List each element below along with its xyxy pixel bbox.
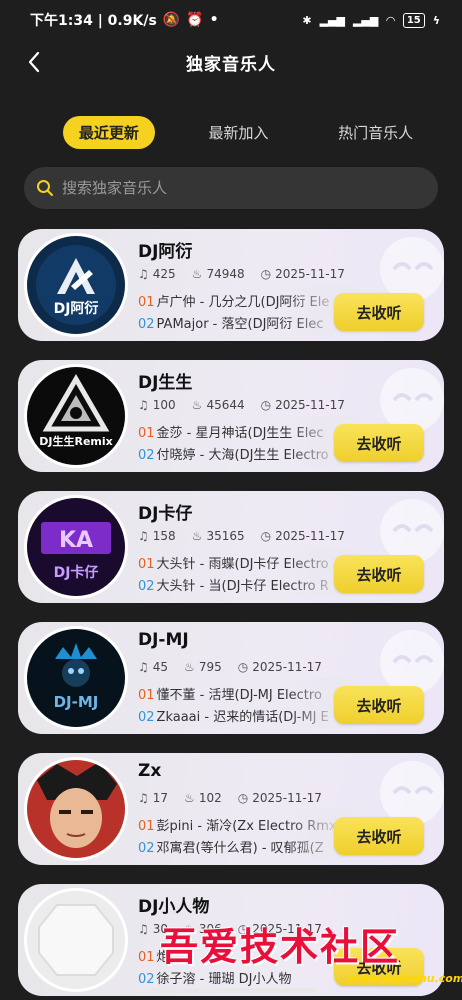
music-note-icon: ♫ [138,267,149,281]
artist-stats: ♫ 158 ♨ 35165 ◷ 2025-11-17 [138,529,345,543]
music-note-icon: ♫ [138,660,149,674]
songs-count: 17 [152,791,169,805]
tab-recent-update[interactable]: 最近更新 [62,115,155,149]
charging-icon: ϟ [432,13,440,27]
fire-icon: ♨ [191,398,203,412]
artist-card[interactable]: DJ生生Remix DJ生生 ♫ 100 ♨ 45644 ◷ 2025-11-1… [18,360,444,472]
songs-count: 425 [152,267,176,281]
artist-name: Zx [138,761,162,781]
update-date: 2025-11-17 [252,660,322,674]
battery-indicator: 15 [402,12,425,28]
artist-card[interactable]: Zx ♫ 17 ♨ 102 ◷ 2025-11-17 01 彭pini - 渐冷(… [18,753,444,865]
avatar [24,757,128,861]
hot-count: 74948 [206,267,245,281]
avatar [24,888,128,992]
status-bar: 下午1:34 | 0.9K/s 🔕 ⏰ • ✱ ▂▄▆ ▂▄▆ ◠ 15 ϟ [0,0,462,40]
page-title: 独家音乐人 [186,54,276,75]
update-date: 2025-11-17 [275,267,345,281]
search-input[interactable] [62,179,422,197]
clock-icon: ◷ [260,529,272,543]
artist-list: DJ阿衍 DJ阿衍 ♫ 425 ♨ 74948 ◷ 2025-11-17 01 卢… [18,229,444,1000]
status-time-speed: 下午1:34 | 0.9K/s [30,13,157,29]
alarm-icon: ⏰ [186,12,204,28]
listen-button[interactable]: 去收听 [334,686,424,724]
artist-stats: ♫ 425 ♨ 74948 ◷ 2025-11-17 [138,267,345,281]
songs-count: 45 [152,660,169,674]
avatar-label: DJ卡仔 [53,565,99,581]
update-date: 2025-11-17 [275,529,345,543]
artist-card[interactable]: DJ阿衍 DJ阿衍 ♫ 425 ♨ 74948 ◷ 2025-11-17 01 卢… [18,229,444,341]
wifi-icon: ◠ [386,13,395,27]
tab-newly-added[interactable]: 最新加入 [192,116,284,149]
avatar-label: DJ阿衍 [53,301,99,317]
music-note-icon: ♫ [138,529,149,543]
svg-text:KA: KA [59,528,93,553]
artist-card[interactable]: KA DJ卡仔 DJ卡仔 ♫ 158 ♨ 35165 ◷ 2025-11-17 … [18,491,444,603]
listen-button[interactable]: 去收听 [334,293,424,331]
tab-bar: 最近更新 最新加入 热门音乐人 [0,115,462,149]
status-left: 下午1:34 | 0.9K/s 🔕 ⏰ • [30,10,219,30]
hot-count: 35165 [206,529,245,543]
songs-count: 100 [152,398,176,412]
avatar-label: DJ-MJ [53,693,99,711]
watermark-url: www.pojieshu.com [348,972,462,985]
artist-name: DJ-MJ [138,630,189,650]
fire-icon: ♨ [184,791,195,805]
search-icon [37,180,53,196]
clock-icon: ◷ [237,660,249,674]
tab-popular-musicians[interactable]: 热门音乐人 [322,116,429,149]
chevron-left-icon [28,51,40,73]
listen-button[interactable]: 去收听 [334,555,424,593]
music-note-icon: ♫ [138,922,149,936]
artist-name: DJ阿衍 [138,242,193,262]
artist-card[interactable]: DJ-MJ DJ-MJ ♫ 45 ♨ 795 ◷ 2025-11-17 01 懂不… [18,622,444,734]
listen-button[interactable]: 去收听 [334,817,424,855]
header: 独家音乐人 [0,40,462,84]
back-button[interactable] [20,48,48,76]
artist-stats: ♫ 45 ♨ 795 ◷ 2025-11-17 [138,660,322,674]
status-right: ✱ ▂▄▆ ▂▄▆ ◠ 15 ϟ [302,12,440,28]
songs-count: 158 [152,529,176,543]
dot-icon: • [209,12,219,28]
bluetooth-icon: ✱ [302,13,312,27]
avatar: DJ-MJ [24,626,128,730]
watermark: 吾爱技术社区 www.pojieshu.com [160,916,462,986]
hot-count: 102 [198,791,222,805]
avatar: KA DJ卡仔 [24,495,128,599]
music-note-icon: ♫ [138,791,149,805]
listen-button[interactable]: 去收听 [334,424,424,462]
fire-icon: ♨ [191,267,203,281]
hot-count: 45644 [206,398,245,412]
music-note-icon: ♫ [138,398,149,412]
artist-name: DJ卡仔 [138,504,193,524]
artist-stats: ♫ 17 ♨ 102 ◷ 2025-11-17 [138,791,322,805]
avatar-label: DJ生生Remix [39,435,113,448]
signal-icon-2: ▂▄▆ [352,13,379,27]
artist-stats: ♫ 100 ♨ 45644 ◷ 2025-11-17 [138,398,345,412]
signal-icon: ▂▄▆ [319,13,345,27]
mute-icon: 🔕 [162,12,181,28]
update-date: 2025-11-17 [275,398,345,412]
artist-name: DJ小人物 [138,897,210,917]
clock-icon: ◷ [260,398,272,412]
avatar: DJ生生Remix [24,364,128,468]
fire-icon: ♨ [184,660,195,674]
search-bar[interactable] [24,167,438,209]
avatar: DJ阿衍 [24,233,128,337]
artist-name: DJ生生 [138,373,193,393]
watermark-text: 吾爱技术社区 [160,924,401,969]
fire-icon: ♨ [191,529,203,543]
clock-icon: ◷ [237,791,249,805]
update-date: 2025-11-17 [252,791,322,805]
clock-icon: ◷ [260,267,272,281]
home-indicator[interactable] [146,988,316,993]
hot-count: 795 [198,660,222,674]
